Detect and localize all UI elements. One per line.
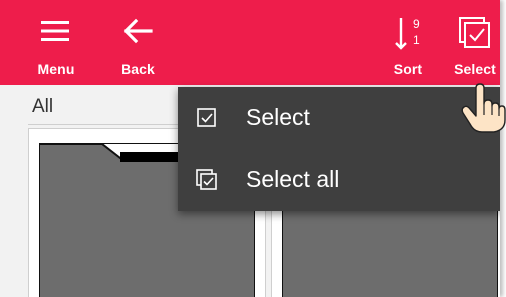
sort-button[interactable]: 9 1 Sort [380, 0, 436, 85]
sort-bottom-digit: 1 [413, 33, 420, 47]
app-screen: Menu Back 9 1 Sort Select All Select Sel… [0, 0, 500, 297]
checkbox-icon [196, 107, 218, 129]
sort-icon: 9 1 [380, 14, 436, 54]
menu-item-select-all[interactable]: Select all [178, 149, 500, 211]
back-label: Back [121, 61, 155, 77]
sort-label: Sort [393, 61, 423, 77]
menu-item-select[interactable]: Select [178, 87, 500, 149]
select-checkbox-icon [446, 16, 500, 50]
hand-pointer-icon [460, 82, 506, 134]
select-button[interactable]: Select [446, 0, 500, 85]
top-toolbar: Menu Back 9 1 Sort Select [0, 0, 500, 85]
filter-label[interactable]: All [32, 96, 53, 118]
sort-top-digit: 9 [413, 17, 420, 31]
back-arrow-icon [108, 18, 168, 44]
menu-item-select-label: Select [246, 104, 310, 130]
menu-item-select-all-label: Select all [246, 166, 340, 192]
select-all-icon [196, 169, 218, 191]
select-dropdown-menu: Select Select all [178, 87, 500, 211]
select-label: Select [454, 61, 496, 77]
menu-button[interactable]: Menu [26, 0, 86, 85]
back-button[interactable]: Back [108, 0, 168, 85]
menu-label: Menu [37, 61, 75, 77]
hamburger-icon [26, 18, 86, 44]
